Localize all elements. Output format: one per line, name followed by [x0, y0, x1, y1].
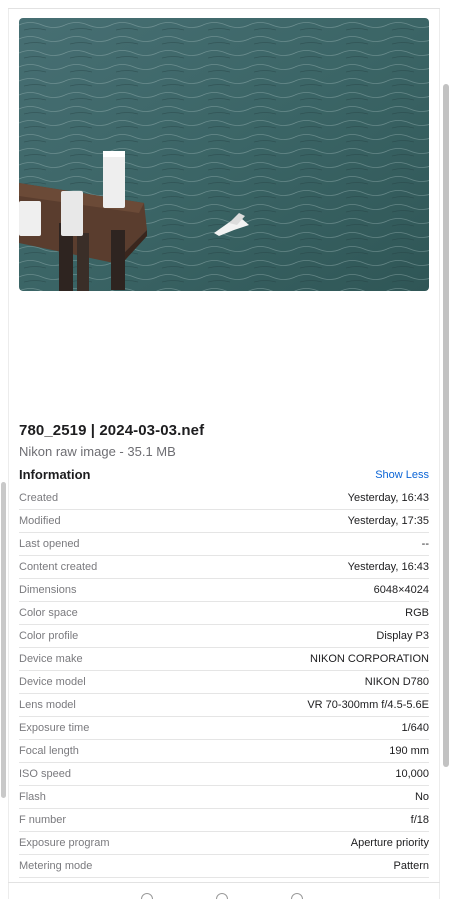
- info-row-created: Created Yesterday, 16:43: [19, 487, 429, 510]
- info-key: Modified: [19, 515, 61, 527]
- info-key: Exposure time: [19, 722, 90, 734]
- info-value: Display P3: [376, 630, 429, 642]
- share-icon[interactable]: [141, 893, 153, 899]
- info-key: Lens model: [19, 699, 76, 711]
- info-key: Content created: [19, 561, 98, 573]
- info-key: Created: [19, 492, 59, 504]
- info-value: No: [414, 791, 429, 803]
- info-row-dimensions: Dimensions 6048×4024: [19, 579, 429, 602]
- info-row-last-opened: Last opened --: [19, 533, 429, 556]
- right-scrollbar[interactable]: [443, 84, 449, 767]
- info-row-iso-speed: ISO speed 10,000: [19, 763, 429, 786]
- info-row-modified: Modified Yesterday, 17:35: [19, 510, 429, 533]
- info-value: NIKON CORPORATION: [310, 653, 429, 665]
- info-row-metering-mode: Metering mode Pattern: [19, 855, 429, 878]
- info-table: Created Yesterday, 16:43 Modified Yesterda…: [19, 487, 429, 878]
- info-key: Dimensions: [19, 584, 77, 596]
- info-value: 6048×4024: [373, 584, 429, 596]
- info-row-content-created: Content created Yesterday, 16:43: [19, 556, 429, 579]
- info-value: VR 70-300mm f/4.5-5.6E: [307, 699, 429, 711]
- tag-icon[interactable]: [216, 893, 228, 899]
- info-value: Yesterday, 16:43: [347, 492, 429, 504]
- info-key: F number: [19, 814, 67, 826]
- info-key: ISO speed: [19, 768, 71, 780]
- info-value: Aperture priority: [350, 837, 429, 849]
- info-row-flash: Flash No: [19, 786, 429, 809]
- top-divider: [8, 8, 440, 9]
- info-row-device-model: Device model NIKON D780: [19, 671, 429, 694]
- left-scrollbar[interactable]: [1, 482, 6, 798]
- frame-left-edge: [8, 9, 9, 899]
- info-key: Device make: [19, 653, 83, 665]
- info-key: Exposure program: [19, 837, 110, 849]
- info-value: 10,000: [395, 768, 429, 780]
- info-key: Focal length: [19, 745, 79, 757]
- info-value: f/18: [410, 814, 429, 826]
- frame-right-edge: [439, 9, 440, 899]
- image-preview[interactable]: [19, 18, 429, 291]
- file-kind-size: Nikon raw image - 35.1 MB: [19, 444, 176, 459]
- more-icon[interactable]: [291, 893, 303, 899]
- show-less-button[interactable]: Show Less: [375, 469, 429, 481]
- info-row-f-number: F number f/18: [19, 809, 429, 832]
- info-row-color-space: Color space RGB: [19, 602, 429, 625]
- info-value: Yesterday, 17:35: [347, 515, 429, 527]
- info-row-device-make: Device make NIKON CORPORATION: [19, 648, 429, 671]
- bottom-toolbar: [0, 893, 451, 899]
- info-key: Device model: [19, 676, 86, 688]
- info-key: Color space: [19, 607, 78, 619]
- info-key: Metering mode: [19, 860, 93, 872]
- info-key: Last opened: [19, 538, 80, 550]
- inspector-window: 780_2519 | 2024-03-03.nef Nikon raw imag…: [0, 0, 451, 899]
- information-heading: Information: [19, 467, 91, 482]
- info-value: NIKON D780: [364, 676, 429, 688]
- info-row-focal-length: Focal length 190 mm: [19, 740, 429, 763]
- info-value: Yesterday, 16:43: [347, 561, 429, 573]
- info-key: Color profile: [19, 630, 79, 642]
- info-value: RGB: [405, 607, 429, 619]
- info-row-color-profile: Color profile Display P3: [19, 625, 429, 648]
- info-value: 190 mm: [389, 745, 429, 757]
- info-value: Pattern: [393, 860, 429, 872]
- file-name-title: 780_2519 | 2024-03-03.nef: [19, 422, 205, 439]
- info-row-lens-model: Lens model VR 70-300mm f/4.5-5.6E: [19, 694, 429, 717]
- info-value: --: [421, 538, 429, 550]
- info-row-exposure-time: Exposure time 1/640: [19, 717, 429, 740]
- info-key: Flash: [19, 791, 46, 803]
- info-value: 1/640: [401, 722, 429, 734]
- bottom-divider: [8, 882, 440, 883]
- info-row-exposure-program: Exposure program Aperture priority: [19, 832, 429, 855]
